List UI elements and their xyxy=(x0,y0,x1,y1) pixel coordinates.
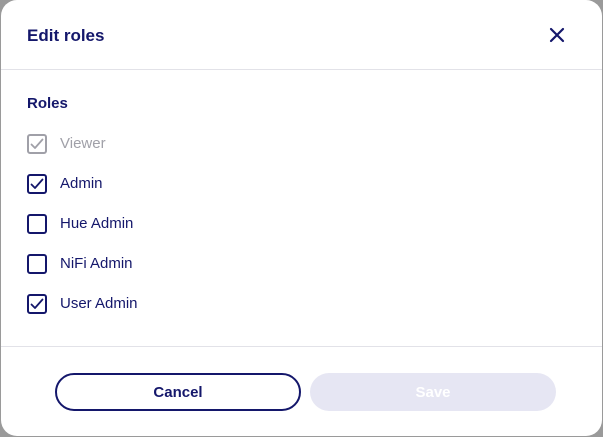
dialog-header: Edit roles xyxy=(1,0,602,70)
edit-roles-dialog: Edit roles Roles Viewer Admin Hue Admin … xyxy=(1,0,602,436)
role-option-user-admin[interactable]: User Admin xyxy=(27,292,138,316)
close-button[interactable] xyxy=(545,23,569,47)
role-option-hue-admin[interactable]: Hue Admin xyxy=(27,212,133,236)
viewer-checkbox[interactable] xyxy=(27,134,47,154)
admin-checkbox[interactable] xyxy=(27,174,47,194)
save-button[interactable]: Save xyxy=(310,373,556,411)
close-icon xyxy=(549,27,565,43)
roles-section-label: Roles xyxy=(27,95,68,112)
cancel-button[interactable]: Cancel xyxy=(55,373,301,411)
nifi-admin-checkbox[interactable] xyxy=(27,254,47,274)
viewer-label: Viewer xyxy=(60,135,106,152)
hue-admin-label: Hue Admin xyxy=(60,215,134,232)
checkmark-icon xyxy=(30,178,44,189)
role-option-viewer[interactable]: Viewer xyxy=(27,132,106,156)
dialog-body: Roles Viewer Admin Hue Admin NiFi Admin … xyxy=(1,70,602,347)
role-option-nifi-admin[interactable]: NiFi Admin xyxy=(27,252,133,276)
user-admin-checkbox[interactable] xyxy=(27,294,47,314)
checkmark-icon xyxy=(30,298,44,309)
user-admin-label: User Admin xyxy=(60,295,138,312)
dialog-title: Edit roles xyxy=(27,26,105,45)
nifi-admin-label: NiFi Admin xyxy=(60,255,133,272)
role-option-admin[interactable]: Admin xyxy=(27,172,103,196)
admin-label: Admin xyxy=(60,175,103,192)
checkmark-icon xyxy=(30,138,44,149)
hue-admin-checkbox[interactable] xyxy=(27,214,47,234)
